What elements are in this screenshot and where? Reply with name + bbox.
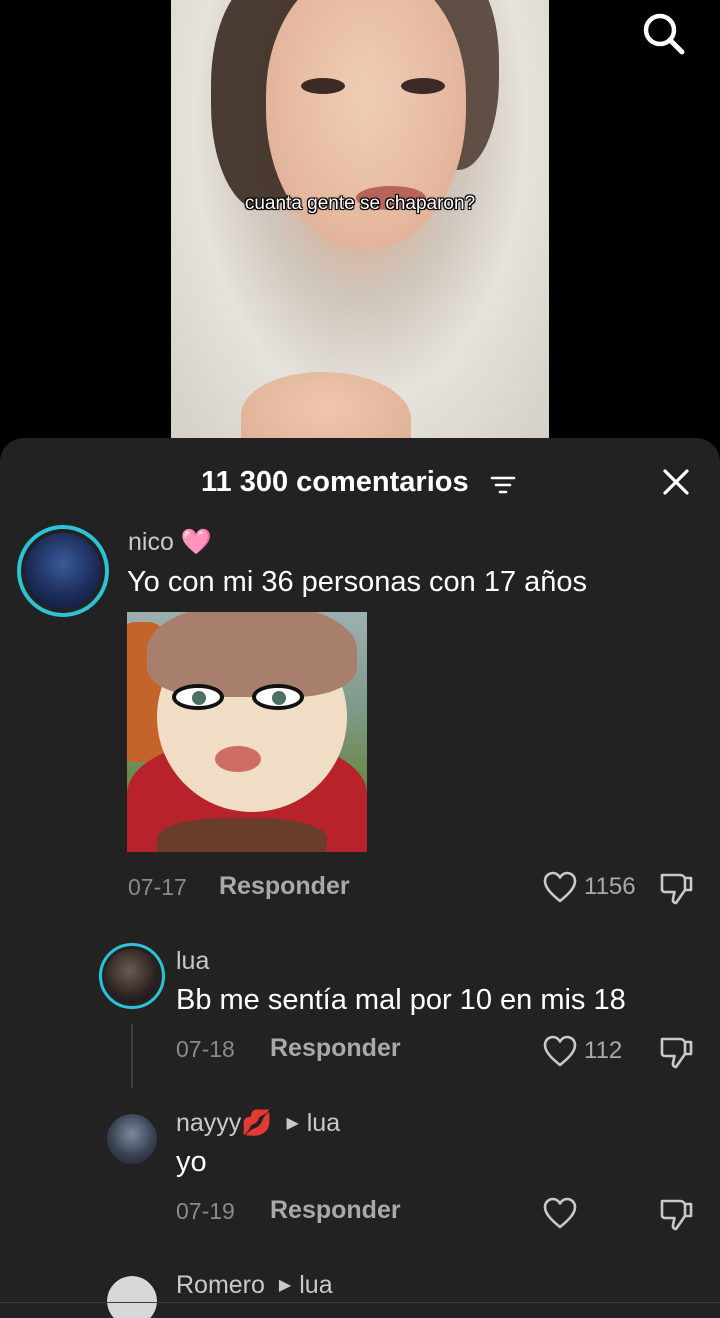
avatar[interactable]	[107, 1114, 157, 1164]
video-frame	[171, 0, 549, 440]
comment-text: yo	[176, 1146, 207, 1178]
comment-username[interactable]: nayyy💋 ▶ lua	[176, 1109, 340, 1138]
avatar[interactable]	[17, 525, 109, 617]
comment-username[interactable]: nico 🩷	[128, 528, 212, 557]
video-player[interactable]: cuanta gente se chaparon?	[0, 0, 720, 460]
divider	[0, 1302, 720, 1303]
like-count: 1156	[584, 873, 636, 900]
search-icon	[643, 13, 685, 55]
avatar[interactable]	[107, 1276, 157, 1318]
comment-item: lua Bb me sentía mal por 10 en mis 18 07…	[0, 940, 720, 1100]
heart-icon	[543, 1035, 577, 1067]
like-button[interactable]	[542, 1196, 584, 1230]
comment-text: Bb me sentía mal por 10 en mis 18	[176, 984, 626, 1016]
thumbs-down-icon	[660, 1037, 693, 1069]
like-count: 112	[584, 1037, 623, 1064]
reply-arrow-icon: ▶	[286, 1115, 299, 1132]
comment-text: Yo con mi 36 personas con 17 años	[127, 566, 588, 598]
comment-username[interactable]: lua	[176, 947, 209, 976]
thumbs-down-icon	[660, 1199, 693, 1231]
heart-icon	[543, 871, 577, 903]
thread-line	[131, 1024, 133, 1088]
comment-username-text: nayyy💋	[176, 1109, 273, 1137]
comment-username[interactable]: Romero ▶ lua	[176, 1271, 333, 1300]
like-button[interactable]: 112	[542, 1034, 622, 1068]
reply-arrow-icon: ▶	[278, 1277, 292, 1294]
reply-button[interactable]: Responder	[270, 1196, 401, 1225]
video-caption: cuanta gente se chaparon?	[244, 193, 476, 214]
reply-button[interactable]: Responder	[270, 1034, 401, 1063]
dislike-button[interactable]	[658, 1034, 694, 1070]
search-button[interactable]	[640, 10, 686, 56]
comment-username-text: Romero	[176, 1271, 265, 1299]
reply-to-username[interactable]: lua	[307, 1109, 340, 1137]
reply-button[interactable]: Responder	[219, 872, 350, 901]
comment-date: 07-17	[128, 874, 187, 900]
comment-item: nayyy💋 ▶ lua yo 07-19 Responder	[0, 1102, 720, 1252]
comment-date: 07-18	[176, 1036, 235, 1062]
dislike-button[interactable]	[658, 1196, 694, 1232]
like-button[interactable]: 1156	[542, 870, 636, 904]
comment-date: 07-19	[176, 1198, 235, 1224]
comment-item: Romero ▶ lua	[0, 1264, 720, 1318]
heart-icon	[543, 1197, 577, 1229]
comment-sticker-image[interactable]	[127, 612, 367, 852]
reply-to-username[interactable]: lua	[299, 1271, 332, 1299]
thumbs-down-icon	[660, 873, 693, 905]
dislike-button[interactable]	[658, 870, 694, 906]
comment-item: nico 🩷 Yo con mi 36 personas con 17 años…	[0, 438, 720, 918]
avatar[interactable]	[99, 943, 165, 1009]
